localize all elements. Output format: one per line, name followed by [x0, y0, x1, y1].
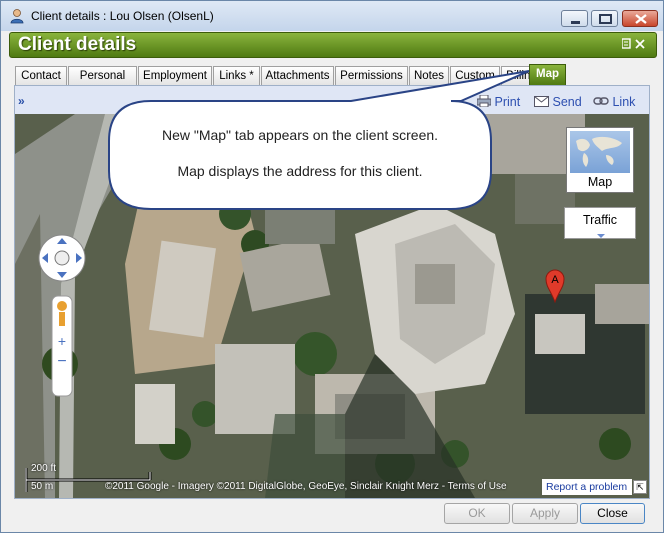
client-details-window: Client details : Lou Olsen (OlsenL) Clie… — [0, 0, 664, 533]
chevron-down-icon — [597, 234, 605, 238]
map-type-button[interactable]: Map — [566, 127, 634, 193]
close-window-button[interactable] — [622, 10, 658, 27]
world-map-thumbnail-icon — [570, 131, 630, 173]
location-marker-icon[interactable]: A — [545, 269, 565, 303]
map-attribution: ©2011 Google - Imagery ©2011 DigitalGlob… — [105, 481, 507, 492]
callout-line-1: New "Map" tab appears on the client scre… — [161, 127, 439, 143]
svg-text:−: − — [57, 353, 66, 370]
minimize-button[interactable] — [561, 10, 588, 27]
link-link[interactable]: Link — [593, 95, 635, 109]
tab-label: Contact — [21, 70, 61, 82]
close-icon — [635, 14, 647, 24]
traffic-button[interactable]: Traffic — [564, 207, 636, 239]
chain-link-icon — [593, 97, 609, 105]
report-problem-link[interactable]: Report a problem — [542, 479, 632, 495]
expand-icon[interactable]: » — [18, 95, 32, 108]
scale-feet: 200 ft — [31, 463, 57, 474]
svg-text:+: + — [58, 333, 66, 349]
callout-text: New "Map" tab appears on the client scre… — [109, 100, 491, 210]
minimize-icon — [571, 21, 580, 24]
title-bar[interactable]: Client details : Lou Olsen (OlsenL) — [1, 1, 663, 31]
page-title: Client details — [18, 34, 137, 55]
callout-line-2: Map displays the address for this client… — [177, 163, 423, 179]
scale-meters: 50 m — [31, 481, 54, 492]
map-pan-control[interactable]: + − — [37, 234, 97, 414]
tab-contact[interactable]: Contact — [15, 66, 67, 85]
maximize-button[interactable] — [591, 10, 618, 27]
client-user-icon — [10, 9, 24, 24]
marker-label: A — [551, 274, 559, 286]
page-header: Client details — [9, 32, 657, 58]
header-menu-icon[interactable] — [621, 38, 650, 53]
link-label: Link — [612, 95, 636, 109]
apply-button[interactable]: Apply — [512, 503, 578, 524]
close-button[interactable]: Close — [580, 503, 645, 524]
window-title: Client details : Lou Olsen (OlsenL) — [31, 9, 214, 23]
ok-button[interactable]: OK — [444, 503, 510, 524]
resize-corner-icon[interactable]: ⇱ — [633, 480, 647, 494]
traffic-label: Traffic — [582, 213, 618, 227]
maximize-icon — [599, 14, 612, 24]
map-type-label: Map — [587, 175, 613, 189]
